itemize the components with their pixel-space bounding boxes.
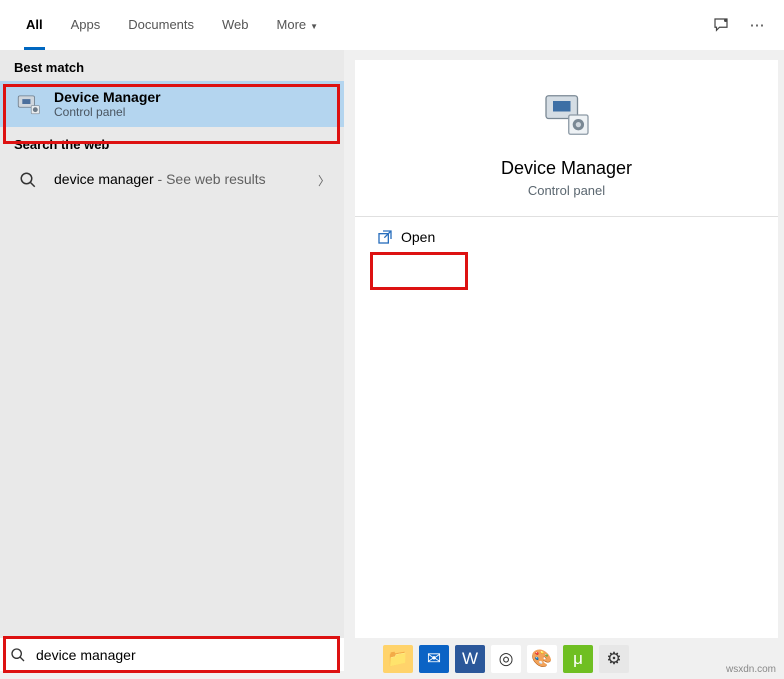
web-query-hint: - See web results bbox=[154, 171, 266, 187]
detail-panel: Device Manager Control panel Open bbox=[355, 60, 778, 638]
action-open[interactable]: Open bbox=[355, 217, 778, 257]
watermark: wsxdn.com bbox=[726, 664, 776, 675]
options-icon[interactable]: ⋯ bbox=[742, 16, 772, 34]
taskbar-generic-app[interactable]: ⚙ bbox=[599, 645, 629, 673]
tab-all[interactable]: All bbox=[12, 0, 57, 50]
tab-documents[interactable]: Documents bbox=[114, 0, 208, 50]
taskbar-paint[interactable]: 🎨 bbox=[527, 645, 557, 673]
result-device-manager[interactable]: Device Manager Control panel bbox=[0, 81, 344, 127]
group-best-match-heading: Best match bbox=[0, 50, 344, 81]
detail-device-manager-icon bbox=[538, 86, 596, 144]
result-web-query[interactable]: device manager - See web results 〉 bbox=[0, 158, 344, 202]
group-search-web-heading: Search the web bbox=[0, 127, 344, 158]
results-panel: Best match Device Manager Control panel … bbox=[0, 50, 344, 638]
tab-web[interactable]: Web bbox=[208, 0, 263, 50]
open-external-icon bbox=[377, 229, 393, 245]
chevron-down-icon: ▼ bbox=[310, 22, 318, 31]
search-input[interactable] bbox=[36, 647, 334, 663]
result-subtitle: Control panel bbox=[54, 105, 330, 119]
taskbar-utorrent[interactable]: μ bbox=[563, 645, 593, 673]
taskbar: 📁✉W◎🎨μ⚙ bbox=[355, 638, 778, 679]
detail-subtitle: Control panel bbox=[355, 183, 778, 198]
tab-more[interactable]: More▼ bbox=[263, 0, 333, 50]
tab-apps[interactable]: Apps bbox=[57, 0, 115, 50]
feedback-icon[interactable] bbox=[712, 16, 742, 34]
taskbar-mail[interactable]: ✉ bbox=[419, 645, 449, 673]
taskbar-chrome[interactable]: ◎ bbox=[491, 645, 521, 673]
search-icon bbox=[10, 647, 26, 663]
result-title: Device Manager bbox=[54, 89, 330, 105]
taskbar-word[interactable]: W bbox=[455, 645, 485, 673]
search-box[interactable] bbox=[0, 638, 344, 671]
detail-title: Device Manager bbox=[355, 158, 778, 179]
taskbar-file-explorer[interactable]: 📁 bbox=[383, 645, 413, 673]
search-icon bbox=[14, 166, 42, 194]
device-manager-icon bbox=[14, 90, 42, 118]
web-query-text: device manager bbox=[54, 171, 154, 187]
filter-tabs: All Apps Documents Web More▼ ⋯ bbox=[0, 0, 784, 50]
chevron-right-icon: 〉 bbox=[318, 172, 330, 189]
action-open-label: Open bbox=[401, 229, 435, 245]
